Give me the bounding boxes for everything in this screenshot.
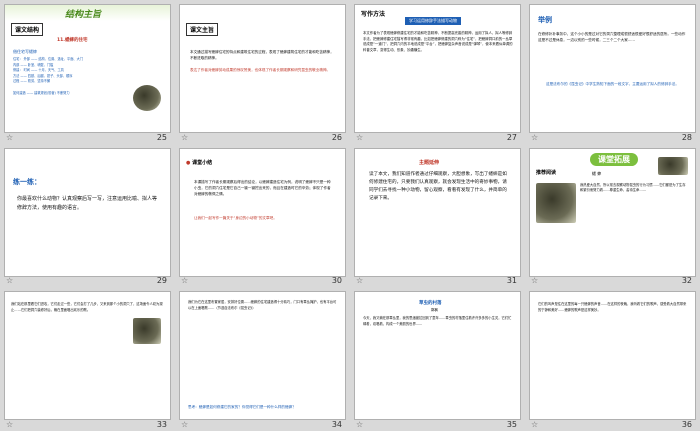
slide-26-red-text: 表达了作者对蟋蟀劳动成果的惊叹赞美，也体现了作者长期观察和研究昆虫的敬业精神。 <box>190 68 331 72</box>
slide-thumbnail-28[interactable]: 举例 在修修补补事务中，这个小小的是过对它的洞穴整理成很舒适很爱好很舒适的居所。… <box>525 0 700 144</box>
slide-25-footer: 如何建造 —— 建筑规划(勤奋) 不断努力 <box>13 91 70 95</box>
slide-number: 32 <box>681 276 692 286</box>
slide-35-author: 郭枫 <box>431 308 438 313</box>
cricket-photo <box>536 182 576 223</box>
slide-36-canvas: 它们的叫声是住在这里的每一只蟋蟀的声音……在这样的夜晚，我听着它们的歌声，感受着… <box>529 291 696 421</box>
slide-30-red-text: 让我们一起写作一篇关于“身边的小动物”的文章吧。 <box>194 215 277 220</box>
slide-thumbnail-25[interactable]: 结构主旨 课文结构 11.蟋蟀的住宅 借住宅写蟋蟀 住宅： 外部 —— 结构、位… <box>0 0 175 144</box>
star-icon: ☆ <box>181 419 189 429</box>
star-icon: ☆ <box>356 419 364 429</box>
star-icon: ☆ <box>356 276 364 286</box>
star-icon: ☆ <box>6 276 14 286</box>
slide-thumbnail-36[interactable]: 它们的叫声是住在这里的每一只蟋蟀的声音……在这样的夜晚，我听着它们的歌声，感受着… <box>525 287 700 431</box>
slide-29-canvas: 练一练： 你最喜欢什么动物？认真观察后写一写，注意运用比喻、拟人等修辞方法，使用… <box>4 147 171 277</box>
slide-34-text: 我们为它在这里布置家居，安排好位置……蟋蟀的住宅建造得十分精巧，门口有草丛掩护，… <box>188 300 337 310</box>
slide-27-text: 本文作者为了表现蟋蟀修建住宅的才能和吃苦精神，不断提高完善的精神，运用了拟人、拟… <box>363 31 513 52</box>
slide-thumbnail-33[interactable]: 我们站在那里看它们进攻，它们走过一些，它们会打了几步，又来到那个小的洞穴了，这场… <box>0 287 175 431</box>
slide-35-title: 草虫的村落 <box>419 301 442 307</box>
slide-26-tab: 课文主旨 <box>186 23 219 36</box>
slide-thumbnail-29[interactable]: 练一练： 你最喜欢什么动物？认真观察后写一写，注意运用比喻、拟人等修辞方法，使用… <box>0 144 175 288</box>
slide-35-text: 今天，我又躺在那草丛里，我的思绪被拉回到了童年……草虫的村落里住着许许多多的小生… <box>363 316 512 326</box>
slide-29-text: 你最喜欢什么动物？认真观察后写一写，注意运用比喻、拟人等修辞方法，使用有趣的语言… <box>17 195 158 211</box>
slide-33-text: 我们站在那里看它们进攻，它们走过一些，它们会打了几步，又来到那个小的洞穴了，这场… <box>11 302 163 312</box>
cricket-photo <box>133 318 161 345</box>
star-icon: ☆ <box>531 132 539 142</box>
cricket-photo <box>133 85 161 111</box>
slide-32-title: 蟋 蟀 <box>592 170 602 176</box>
slide-27-blue-box: 学习运用修辞手法描写动物 <box>405 17 461 25</box>
slide-31-heading: 主题延伸 <box>419 159 440 166</box>
star-icon: ☆ <box>6 419 14 429</box>
slide-sorter-grid: 结构主旨 课文结构 11.蟋蟀的住宅 借住宅写蟋蟀 住宅： 外部 —— 结构、位… <box>0 0 700 431</box>
slide-26-canvas: 课文主旨 本文通过描写蟋蟀住宅的特点和建筑住宅的过程，表现了蟋蟀建筑住宅的才能和… <box>179 4 346 133</box>
slide-32-sub-tab: 推荐阅读 <box>536 169 557 176</box>
slide-thumbnail-26[interactable]: 课文主旨 本文通过描写蟋蟀住宅的特点和建筑住宅的过程，表现了蟋蟀建筑住宅的才能和… <box>175 0 350 144</box>
slide-34-question: 思考：蟋蟀是如何修建它的家的？你觉得它们是一种什么样的蟋蟀？ <box>188 405 296 410</box>
slide-34-canvas: 我们为它在这里布置家居，安排好位置……蟋蟀的住宅建造得十分精巧，门口有草丛掩护，… <box>179 291 346 421</box>
slide-number: 29 <box>156 276 167 286</box>
slide-number: 33 <box>156 419 167 429</box>
slide-28-canvas: 举例 在修修补补事务中，这个小小的是过对它的洞穴整理成很舒适很爱好很舒适的居所。… <box>529 4 696 133</box>
slide-32-canvas: 课堂拓展 推荐阅读 蟋 蟀 我热爱大自然，所以常去观察动物昆虫的行为习惯……它们… <box>529 147 696 277</box>
star-icon: ☆ <box>6 132 14 142</box>
slide-number: 34 <box>331 419 342 429</box>
slide-33-canvas: 我们站在那里看它们进攻，它们走过一些，它们会打了几步，又来到那个小的洞穴了，这场… <box>4 291 171 421</box>
slide-thumbnail-34[interactable]: 我们为它在这里布置家居，安排好位置……蟋蟀的住宅建造得十分精巧，门口有草丛掩护，… <box>175 287 350 431</box>
cricket-photo <box>658 156 688 175</box>
star-icon: ☆ <box>531 419 539 429</box>
slide-25-sub: 借住宅写蟋蟀 <box>13 49 37 54</box>
slide-29-tab: 练一练： <box>13 177 41 186</box>
star-icon: ☆ <box>181 132 189 142</box>
slide-25-lines: 住宅： 外部 —— 结构、位置、选址、平面、大门 内部 —— 卧室、墙壁、门槛 … <box>13 57 123 85</box>
slide-26-text: 本文通过描写蟋蟀住宅的特点和建筑住宅的过程，表现了蟋蟀建筑住宅的才能和吃苦精神，… <box>190 50 334 60</box>
slide-30-text: 本课描写了作者长期观察后得出的结论，以蟋蟀建造住宅为例，说明了蟋蟀不只是一种小虫… <box>194 179 331 196</box>
slide-28-tab: 举例 <box>538 16 552 24</box>
slide-number: 31 <box>506 276 517 286</box>
star-icon: ☆ <box>356 132 364 142</box>
slide-32-text: 我热爱大自然，所以常去观察动物昆虫的行为习惯……它们都是为了生存和繁衍而努力着…… <box>580 182 686 193</box>
slide-thumbnail-35[interactable]: 草虫的村落 郭枫 今天，我又躺在那草丛里，我的思绪被拉回到了童年……草虫的村落里… <box>350 287 525 431</box>
slide-36-text: 它们的叫声是住在这里的每一只蟋蟀的声音……在这样的夜晚，我听着它们的歌声，感受着… <box>538 302 687 312</box>
slide-25-title: 结构主旨 <box>65 10 102 20</box>
slide-25-tab: 课文结构 <box>11 23 44 36</box>
slide-28-blue-text: 这是法布尔的《昆虫记》中学生熟知下面的一段文字，主要运用了拟人的修辞手法。 <box>546 82 679 86</box>
slide-number: 30 <box>331 276 342 286</box>
slide-number: 36 <box>681 419 692 429</box>
slide-28-text: 在修修补补事务中，这个小小的是过对它的洞穴整理成很舒适很爱好很舒适的居所。一些动… <box>538 32 686 42</box>
slide-27-canvas: 写作方法 学习运用修辞手法描写动物 本文作者为了表现蟋蟀修建住宅的才能和吃苦精神… <box>354 4 521 133</box>
slide-thumbnail-27[interactable]: 写作方法 学习运用修辞手法描写动物 本文作者为了表现蟋蟀修建住宅的才能和吃苦精神… <box>350 0 525 144</box>
slide-thumbnail-30[interactable]: ● 课堂小结 本课描写了作者长期观察后得出的结论，以蟋蟀建造住宅为例，说明了蟋蟀… <box>175 144 350 288</box>
slide-30-tab-label: 课堂小结 <box>192 159 213 166</box>
slide-31-text: 读了本文，我们知道作者通过仔细观察，大胆想象，写出了蟋蟀是如何修建住宅的，只要我… <box>369 171 507 201</box>
slide-25-heading: 11.蟋蟀的住宅 <box>57 38 88 43</box>
slide-number: 25 <box>156 132 167 142</box>
slide-25-line: 过程 —— 勤劳、坚持不懈 <box>13 79 51 84</box>
star-icon: ☆ <box>531 276 539 286</box>
slide-number: 26 <box>331 132 342 142</box>
slide-number: 27 <box>506 132 517 142</box>
slide-thumbnail-31[interactable]: 主题延伸 读了本文，我们知道作者通过仔细观察，大胆想象，写出了蟋蟀是如何修建住宅… <box>350 144 525 288</box>
slide-30-tab: ● 课堂小结 <box>186 159 212 166</box>
slide-32-tag: 课堂拓展 <box>590 152 638 166</box>
slide-30-canvas: ● 课堂小结 本课描写了作者长期观察后得出的结论，以蟋蟀建造住宅为例，说明了蟋蟀… <box>179 147 346 277</box>
slide-27-heading: 写作方法 <box>361 11 386 18</box>
star-icon: ☆ <box>181 276 189 286</box>
slide-31-canvas: 主题延伸 读了本文，我们知道作者通过仔细观察，大胆想象，写出了蟋蟀是如何修建住宅… <box>354 147 521 277</box>
slide-number: 28 <box>681 132 692 142</box>
slide-thumbnail-32[interactable]: 课堂拓展 推荐阅读 蟋 蟀 我热爱大自然，所以常去观察动物昆虫的行为习惯……它们… <box>525 144 700 288</box>
slide-number: 35 <box>506 419 517 429</box>
slide-35-canvas: 草虫的村落 郭枫 今天，我又躺在那草丛里，我的思绪被拉回到了童年……草虫的村落里… <box>354 291 521 421</box>
slide-25-canvas: 结构主旨 课文结构 11.蟋蟀的住宅 借住宅写蟋蟀 住宅： 外部 —— 结构、位… <box>4 4 171 133</box>
